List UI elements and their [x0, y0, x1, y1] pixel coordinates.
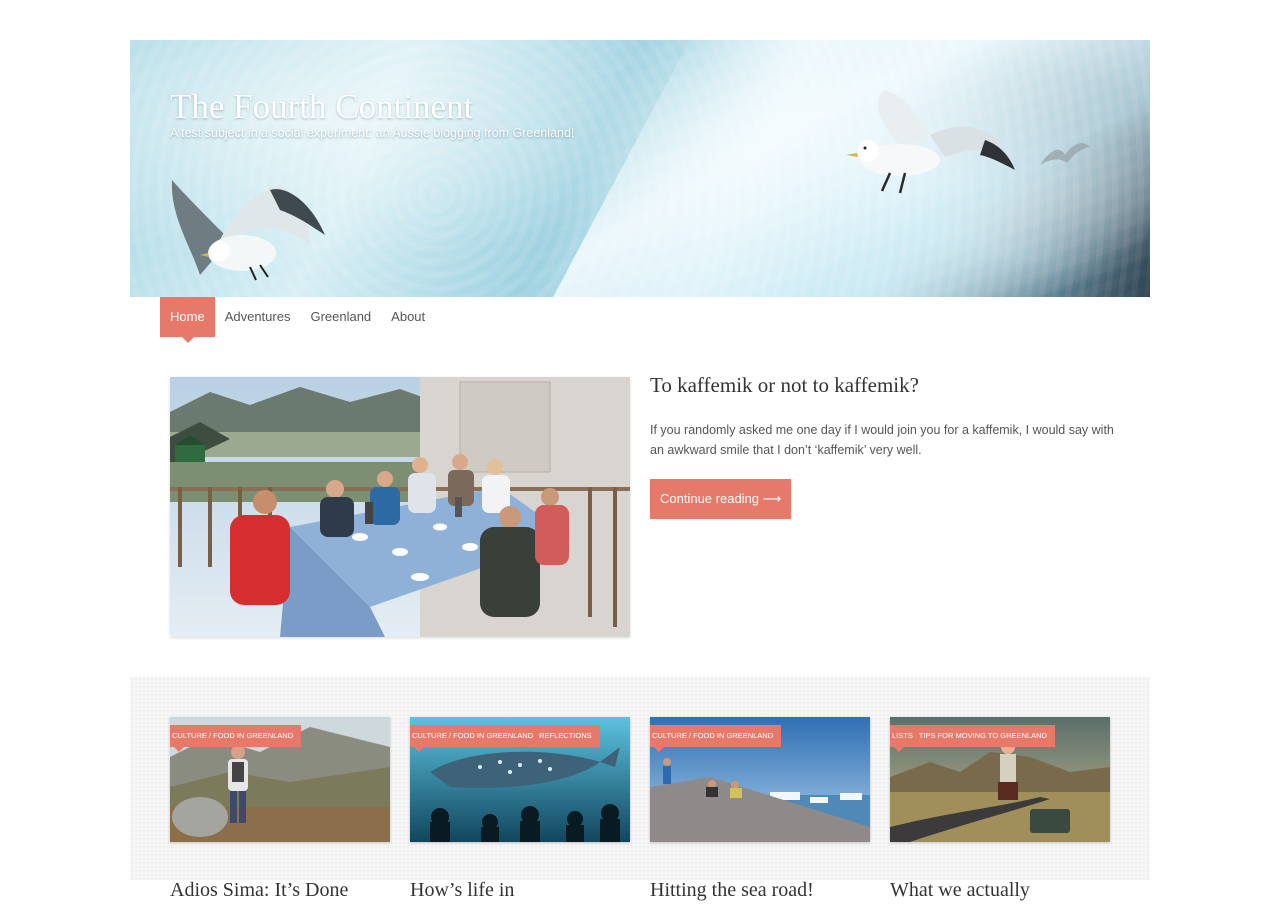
- post-thumbnail[interactable]: Culture / Food in Greenland: [170, 717, 390, 842]
- site-description: A test subject in a social experiment: a…: [170, 126, 575, 140]
- distant-gull-image: [1040, 143, 1090, 165]
- featured-post-title[interactable]: To kaffemik or not to kaffemik?: [650, 373, 919, 398]
- post-thumbnail[interactable]: Culture / Food in Greenland Reflections: [410, 717, 630, 842]
- nav-item-adventures[interactable]: Adventures: [215, 297, 301, 337]
- main-navigation: Home Adventures Greenland About: [160, 297, 435, 343]
- post-thumbnail[interactable]: Lists Tips for moving to Greenland: [890, 717, 1110, 842]
- post-card: Culture / Food in Greenland Adios Sima: …: [170, 717, 390, 901]
- post-categories: Culture / Food in Greenland: [650, 725, 782, 752]
- right-gull-image: [846, 90, 1015, 194]
- nav-item-home[interactable]: Home: [160, 297, 215, 343]
- category-link[interactable]: Culture / Food in Greenland: [412, 725, 533, 747]
- post-card: Culture / Food in Greenland Reflections …: [410, 717, 630, 901]
- featured-post-image[interactable]: [170, 377, 630, 637]
- site-header: The Fourth Continent A test subject in a…: [130, 40, 1150, 297]
- continue-reading-button[interactable]: Continue reading ⟶: [650, 479, 792, 519]
- post-title[interactable]: How’s life in: [410, 870, 650, 910]
- post-title[interactable]: Adios Sima: It’s Done: [170, 870, 410, 910]
- site-title[interactable]: The Fourth Continent: [170, 87, 473, 127]
- post-title[interactable]: What we actually: [890, 870, 1130, 910]
- post-categories: Culture / Food in Greenland Reflections: [410, 725, 600, 752]
- post-card: Lists Tips for moving to Greenland What …: [890, 717, 1110, 901]
- category-link[interactable]: Reflections: [539, 725, 592, 747]
- post-categories: Culture / Food in Greenland: [170, 725, 302, 752]
- post-categories: Lists Tips for moving to Greenland: [890, 725, 1055, 752]
- post-title[interactable]: Hitting the sea road!: [650, 870, 890, 910]
- featured-post-excerpt: If you randomly asked me one day if I wo…: [650, 423, 1114, 457]
- left-gull-image: [171, 180, 325, 281]
- post-card: Culture / Food in Greenland Hitting the …: [650, 717, 870, 901]
- category-link[interactable]: Culture / Food in Greenland: [172, 725, 293, 747]
- category-link[interactable]: Lists: [892, 725, 913, 747]
- category-link[interactable]: Tips for moving to Greenland: [919, 725, 1047, 747]
- nav-item-greenland[interactable]: Greenland: [300, 297, 381, 337]
- post-thumbnail[interactable]: Culture / Food in Greenland: [650, 717, 870, 842]
- recent-posts-grid: Culture / Food in Greenland Adios Sima: …: [130, 677, 1150, 901]
- category-link[interactable]: Culture / Food in Greenland: [652, 725, 773, 747]
- nav-item-about[interactable]: About: [381, 297, 435, 337]
